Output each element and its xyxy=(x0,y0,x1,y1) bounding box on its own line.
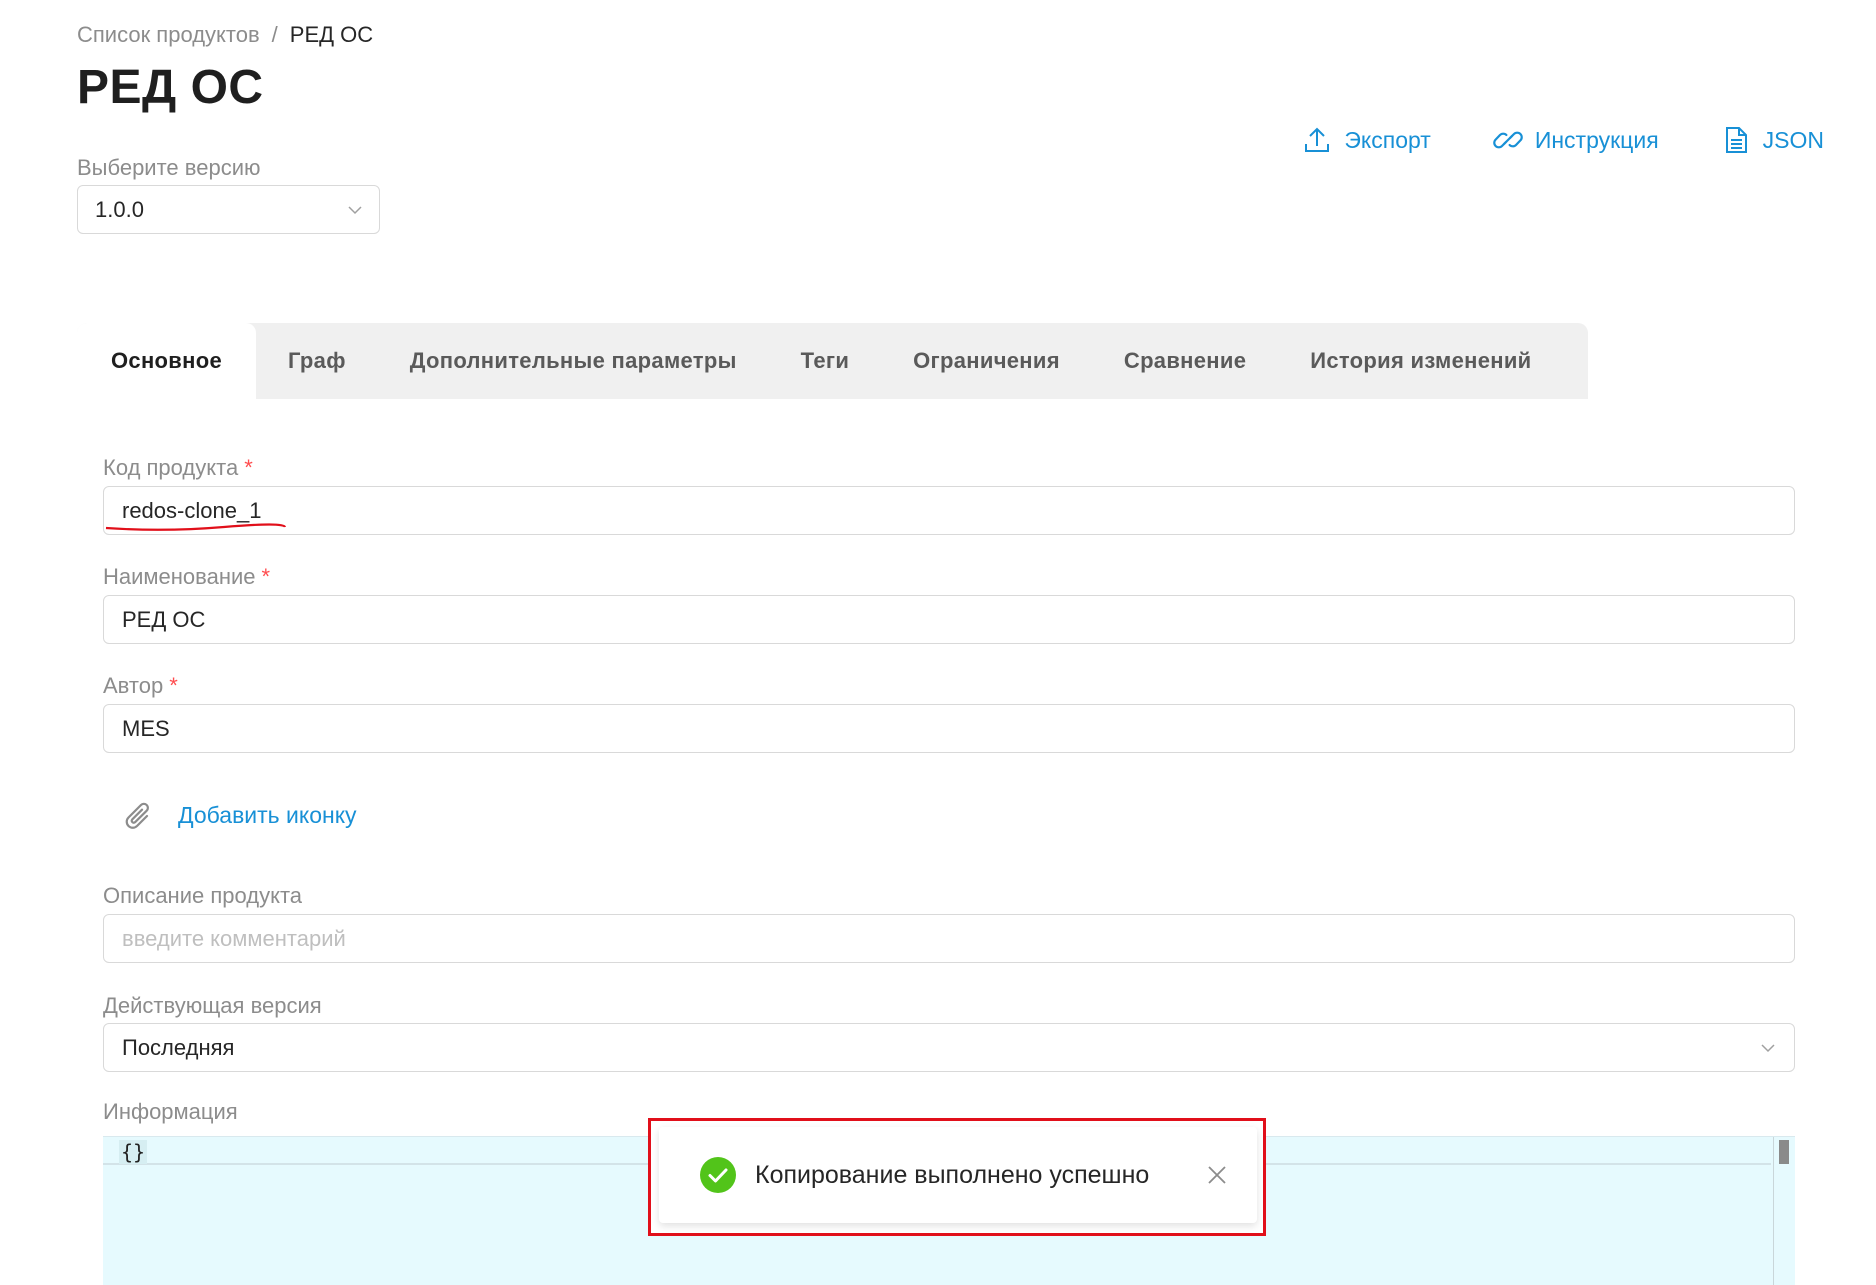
author-input[interactable]: MES xyxy=(103,704,1795,753)
add-icon-button[interactable]: Добавить иконку xyxy=(120,795,357,835)
add-icon-label: Добавить иконку xyxy=(178,801,357,828)
instruction-button[interactable]: Инструкция xyxy=(1493,125,1659,155)
version-select[interactable]: 1.0.0 xyxy=(77,185,380,234)
tab-tags[interactable]: Теги xyxy=(769,323,881,399)
required-marker: * xyxy=(261,564,271,589)
tab-comparison[interactable]: Сравнение xyxy=(1092,323,1278,399)
tab-bar: Основное Граф Дополнительные параметры Т… xyxy=(77,323,1588,399)
json-label: JSON xyxy=(1762,126,1824,153)
page: Список продуктов / РЕД ОС РЕД ОС Выберит… xyxy=(0,0,1876,1285)
product-code-value: redos-clone_1 xyxy=(122,497,262,523)
name-label: Наименование * xyxy=(103,564,270,590)
upload-icon xyxy=(1305,127,1330,152)
active-version-label: Действующая версия xyxy=(103,993,322,1018)
author-label: Автор * xyxy=(103,673,178,699)
active-version-select[interactable]: Последняя xyxy=(103,1023,1795,1072)
toast-message: Копирование выполнено успешно xyxy=(755,1160,1150,1189)
export-label: Экспорт xyxy=(1344,126,1431,153)
version-select-label: Выберите версию xyxy=(77,155,261,180)
description-label: Описание продукта xyxy=(103,883,303,908)
toast-highlight-frame: Копирование выполнено успешно xyxy=(648,1118,1266,1236)
link-icon xyxy=(1493,131,1523,149)
chevron-down-icon xyxy=(348,205,362,214)
editor-scroll-thumb[interactable] xyxy=(1779,1140,1789,1164)
author-label-text: Автор xyxy=(103,673,164,698)
name-input[interactable]: РЕД ОС xyxy=(103,595,1795,644)
tab-main[interactable]: Основное xyxy=(77,323,256,399)
breadcrumb-parent-link[interactable]: Список продуктов xyxy=(77,22,260,48)
description-input[interactable]: введите комментарий xyxy=(103,914,1795,963)
tab-additional-params[interactable]: Дополнительные параметры xyxy=(378,323,769,399)
tab-graph[interactable]: Граф xyxy=(256,323,378,399)
breadcrumb-current: РЕД ОС xyxy=(289,22,374,47)
name-value: РЕД ОС xyxy=(122,606,206,632)
name-label-text: Наименование xyxy=(103,564,256,589)
author-value: MES xyxy=(122,715,170,741)
page-title: РЕД ОС xyxy=(77,61,264,114)
export-button[interactable]: Экспорт xyxy=(1302,125,1431,155)
product-code-label-text: Код продукта xyxy=(103,455,239,480)
close-icon[interactable] xyxy=(1207,1165,1227,1185)
tab-restrictions[interactable]: Ограничения xyxy=(881,323,1092,399)
success-toast: Копирование выполнено успешно xyxy=(659,1127,1257,1223)
tab-history[interactable]: История изменений xyxy=(1278,323,1563,399)
red-underline-annotation xyxy=(105,523,287,531)
info-label: Информация xyxy=(103,1099,238,1124)
header-actions: Экспорт Инструкция JSON xyxy=(1302,125,1824,155)
breadcrumb-separator: / xyxy=(271,22,278,47)
description-placeholder: введите комментарий xyxy=(122,925,346,951)
paperclip-icon xyxy=(125,802,149,829)
active-version-value: Последняя xyxy=(122,1034,235,1060)
required-marker: * xyxy=(169,673,178,698)
required-marker: * xyxy=(244,455,253,480)
editor-code: {} xyxy=(119,1140,148,1164)
product-code-label: Код продукта * xyxy=(103,455,253,481)
instruction-label: Инструкция xyxy=(1534,126,1659,153)
chevron-down-icon xyxy=(1761,1043,1775,1052)
check-circle-icon xyxy=(700,1157,736,1193)
json-button[interactable]: JSON xyxy=(1721,125,1824,155)
document-icon xyxy=(1725,127,1747,153)
version-select-value: 1.0.0 xyxy=(95,196,144,222)
product-code-input[interactable]: redos-clone_1 xyxy=(103,486,1795,535)
editor-scrollbar[interactable] xyxy=(1773,1137,1795,1285)
breadcrumb: Список продуктов / РЕД ОС xyxy=(77,22,373,48)
